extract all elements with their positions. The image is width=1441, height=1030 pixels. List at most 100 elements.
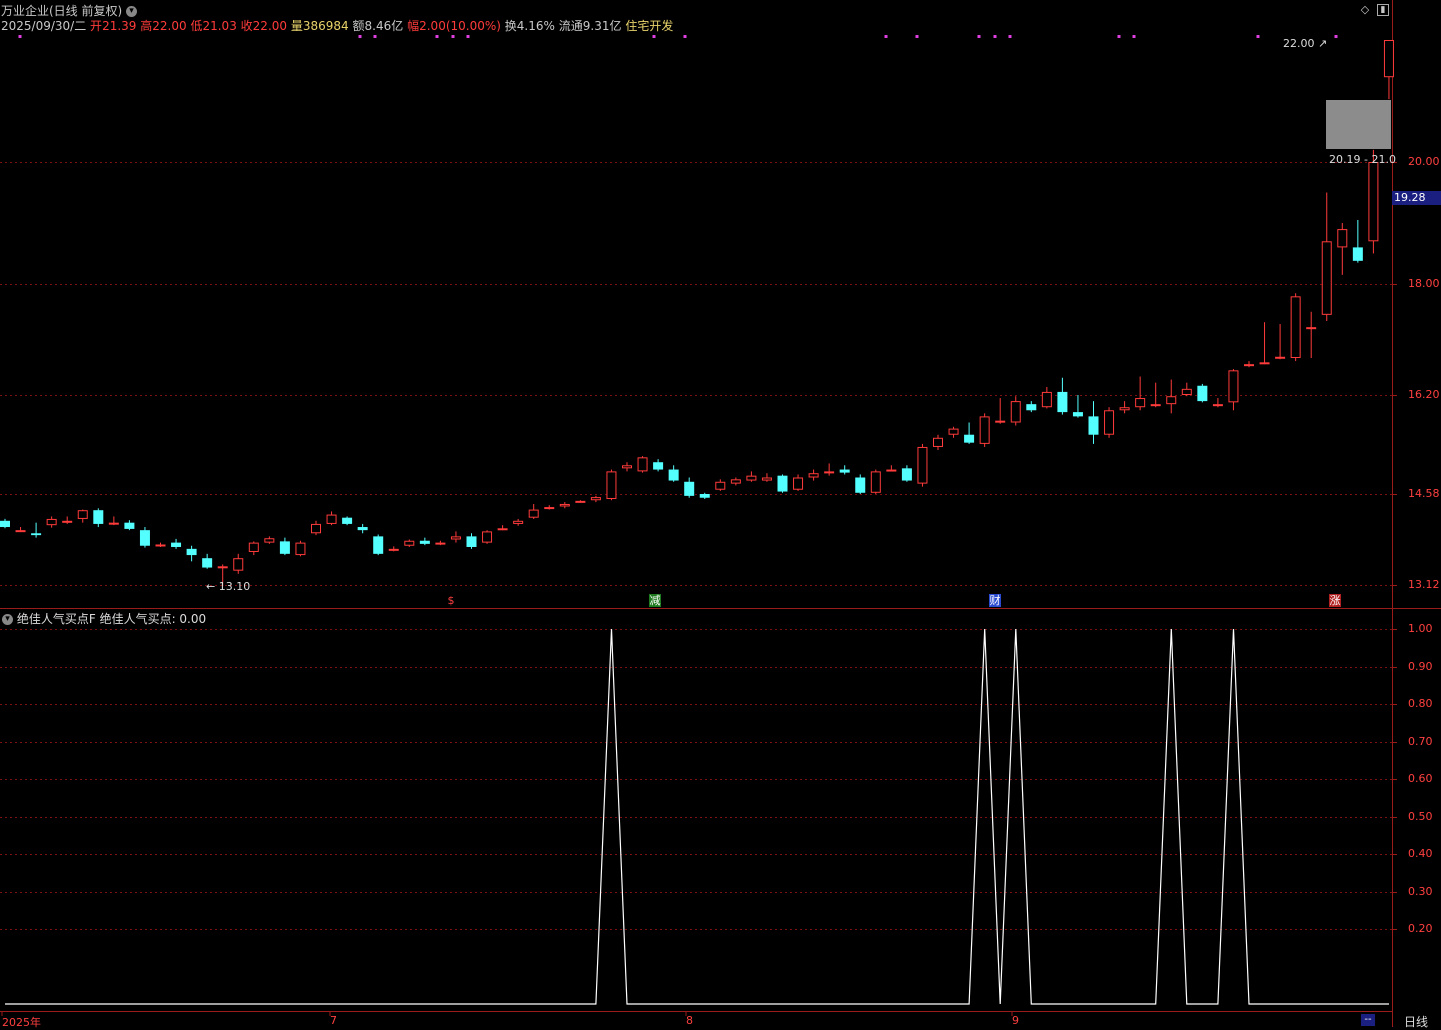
ind-tick-7: 0.30 <box>1408 885 1433 898</box>
candle-body-43 <box>668 469 679 481</box>
candle-body-78 <box>1212 404 1223 407</box>
candle-body-38 <box>590 497 601 501</box>
signal-dot-9 <box>915 35 919 38</box>
candle-body-66 <box>1026 404 1037 411</box>
candle-body-28 <box>435 542 446 545</box>
price-tick-4: 13.12 <box>1408 578 1440 591</box>
candle-body-35 <box>544 507 555 510</box>
signal-dot-6 <box>652 35 656 38</box>
candle-body-2 <box>31 533 42 536</box>
signal-dot-15 <box>1256 35 1260 38</box>
signal-dot-11 <box>993 35 997 38</box>
candle-body-27 <box>419 540 430 544</box>
candle-body-51 <box>793 477 804 490</box>
candle-body-9 <box>139 530 150 546</box>
ind-tick-0: 1.00 <box>1408 622 1433 635</box>
price-tick-3: 14.58 <box>1408 487 1440 500</box>
candle-body-37 <box>575 500 586 503</box>
ind-tick-2: 0.80 <box>1408 697 1433 710</box>
candle-body-72 <box>1119 407 1130 411</box>
ind-tick-3: 0.70 <box>1408 735 1433 748</box>
candle-body-64 <box>995 420 1006 423</box>
candle-body-89 <box>1383 40 1394 78</box>
candle-body-11 <box>171 542 182 547</box>
candle-body-23 <box>357 527 368 531</box>
candle-body-10 <box>155 544 166 547</box>
candle-body-65 <box>1010 401 1021 423</box>
candle-body-0 <box>0 520 10 528</box>
candle-body-22 <box>342 517 353 524</box>
candle-body-48 <box>746 475 757 481</box>
candle-body-21 <box>326 514 337 524</box>
candle-body-18 <box>279 541 290 554</box>
low-annotation-value: 13.10 <box>218 580 251 593</box>
candle-body-42 <box>653 462 664 470</box>
indicator-header: ▾ 绝佳人气买点F 绝佳人气买点: 0.00 <box>2 610 206 627</box>
ind-tick-8: 0.20 <box>1408 922 1433 935</box>
candle-body-55 <box>855 477 866 493</box>
indicator-title[interactable]: 绝佳人气买点F <box>17 612 96 626</box>
candle-body-44 <box>684 481 695 496</box>
candle-body-34 <box>528 509 539 518</box>
period-label[interactable]: 日线 <box>1404 1013 1428 1030</box>
candle-body-12 <box>186 548 197 556</box>
price-tick-1: 18.00 <box>1408 277 1440 290</box>
candle-body-24 <box>373 536 384 554</box>
candle-body-86 <box>1337 229 1348 248</box>
candle-body-49 <box>761 477 772 481</box>
ind-tick-5: 0.50 <box>1408 810 1433 823</box>
candle-body-69 <box>1072 412 1083 417</box>
high-annotation-value: 22.00 <box>1283 37 1315 50</box>
signal-dot-1 <box>358 35 362 38</box>
candle-body-68 <box>1057 391 1068 413</box>
x-label-jul: 7 <box>330 1014 337 1027</box>
candle-body-62 <box>964 434 975 443</box>
scroll-indicator[interactable]: -- <box>1361 1014 1375 1026</box>
candle-body-83 <box>1290 296 1301 359</box>
candle-body-40 <box>622 465 632 469</box>
low-annotation: ← 13.10 <box>206 580 251 593</box>
candle-body-80 <box>1244 364 1254 367</box>
candle-body-53 <box>824 471 835 474</box>
event-mark-dollar[interactable]: $ <box>445 594 457 607</box>
candle-body-17 <box>264 538 275 543</box>
candle-body-81 <box>1259 362 1270 365</box>
signal-dot-14 <box>1132 35 1136 38</box>
candle-body-13 <box>202 558 213 568</box>
candle-body-39 <box>606 471 617 499</box>
x-label-sep: 9 <box>1012 1014 1019 1027</box>
candle-body-15 <box>233 558 244 571</box>
range-box-label: 20.19 - 21.0 <box>1329 153 1396 166</box>
candle-body-61 <box>948 428 959 435</box>
price-tick-0: 20.00 <box>1408 155 1440 168</box>
candle-body-85 <box>1321 241 1332 315</box>
signal-dot-13 <box>1117 35 1121 38</box>
candle-body-82 <box>1275 356 1286 359</box>
candle-body-7 <box>108 522 119 525</box>
x-label-aug: 8 <box>686 1014 693 1027</box>
candle-body-36 <box>559 503 570 507</box>
signal-dot-5 <box>466 35 470 38</box>
signal-dot-10 <box>977 35 981 38</box>
candle-body-32 <box>497 528 508 531</box>
candle-body-87 <box>1352 247 1363 261</box>
candle-body-31 <box>482 531 493 543</box>
candle-body-77 <box>1197 385 1208 402</box>
event-mark-reduce[interactable]: 减 <box>649 594 661 607</box>
signal-dot-12 <box>1008 35 1012 38</box>
ind-tick-4: 0.60 <box>1408 772 1433 785</box>
candle-body-58 <box>901 468 912 481</box>
candle-body-26 <box>404 540 415 546</box>
candle-body-75 <box>1166 396 1177 405</box>
candle-body-46 <box>715 481 726 490</box>
event-mark-rise[interactable]: 涨 <box>1329 594 1341 607</box>
candle-body-16 <box>248 542 259 552</box>
indicator-dropdown-icon[interactable]: ▾ <box>2 614 13 625</box>
event-mark-finance[interactable]: 财 <box>989 594 1001 607</box>
candle-body-45 <box>699 494 710 498</box>
candle-body-56 <box>870 471 881 493</box>
signal-dot-3 <box>435 35 439 38</box>
candle-body-14 <box>217 566 228 569</box>
candle-body-88 <box>1368 162 1379 242</box>
candle-body-20 <box>311 523 321 534</box>
